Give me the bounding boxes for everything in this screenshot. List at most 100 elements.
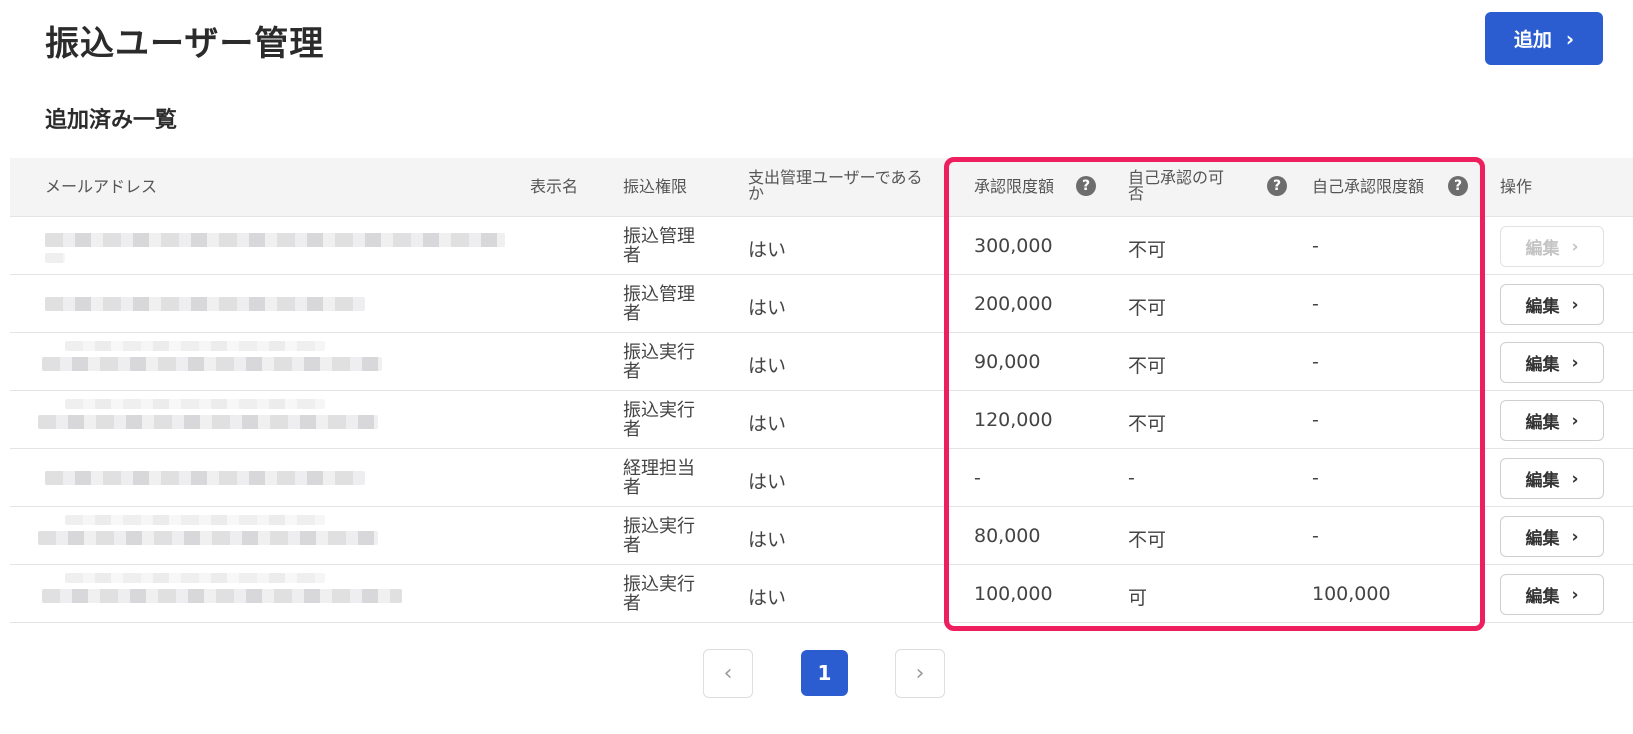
- chevron-right-icon: ›: [1571, 584, 1579, 605]
- help-icon[interactable]: ?: [1267, 176, 1287, 196]
- self-approval-cell: 不可: [1128, 355, 1167, 377]
- role-line2: 者: [623, 477, 641, 498]
- approval-limit-cell: 300,000: [974, 235, 1053, 257]
- add-button[interactable]: 追加 ›: [1485, 12, 1603, 65]
- role-line1: 振込管理: [623, 226, 695, 247]
- role-line2: 者: [623, 593, 641, 614]
- page-title: 振込ユーザー管理: [45, 24, 325, 64]
- header-expense-user-line1: 支出管理ユーザーである: [748, 168, 923, 187]
- edit-button[interactable]: 編集 ›: [1500, 342, 1604, 383]
- header-expense-user: 支出管理ユーザーである か: [748, 170, 923, 202]
- role-line2: 者: [623, 245, 641, 266]
- role-line1: 振込実行: [623, 516, 695, 537]
- approval-limit-cell: -: [974, 467, 981, 489]
- role-line1: 振込管理: [623, 284, 695, 305]
- self-approval-cell: 不可: [1128, 297, 1167, 319]
- user-table: メールアドレス 表示名 振込権限 支出管理ユーザーである か 承認限度額 ? 自…: [10, 158, 1633, 623]
- email-redacted: [45, 297, 365, 311]
- header-email: メールアドレス: [45, 177, 158, 196]
- email-redacted: [38, 415, 378, 429]
- table-row: 振込管理 者 はい 300,000 不可 - 編集 ›: [10, 217, 1633, 275]
- table-row: 振込実行 者 はい 90,000 不可 - 編集 ›: [10, 333, 1633, 391]
- header-self-approval-limit: 自己承認限度額: [1312, 177, 1425, 196]
- help-icon[interactable]: ?: [1076, 176, 1096, 196]
- pagination-next-button[interactable]: ›: [895, 649, 945, 698]
- edit-button-label: 編集: [1525, 239, 1560, 259]
- role-line1: 振込実行: [623, 574, 695, 595]
- self-approval-cell: 不可: [1128, 413, 1167, 435]
- chevron-right-icon: ›: [915, 661, 925, 686]
- table-row: 振込実行 者 はい 80,000 不可 - 編集 ›: [10, 507, 1633, 565]
- expense-user-cell: はい: [748, 239, 787, 261]
- approval-limit-cell: 120,000: [974, 409, 1053, 431]
- pagination-prev-button[interactable]: ‹: [703, 649, 753, 698]
- email-redacted: [65, 515, 325, 525]
- role-line1: 振込実行: [623, 342, 695, 363]
- edit-button[interactable]: 編集 ›: [1500, 516, 1604, 557]
- edit-button[interactable]: 編集 ›: [1500, 226, 1604, 267]
- edit-button[interactable]: 編集 ›: [1500, 574, 1604, 615]
- table-row: 経理担当 者 はい - - - 編集 ›: [10, 449, 1633, 507]
- role-line1: 経理担当: [623, 458, 695, 479]
- help-icon[interactable]: ?: [1448, 176, 1468, 196]
- role-cell: 振込実行 者: [623, 401, 713, 439]
- header-actions: 操作: [1500, 177, 1533, 196]
- self-approval-limit-cell: -: [1312, 293, 1319, 315]
- role-line2: 者: [623, 535, 641, 556]
- email-redacted: [65, 399, 325, 409]
- chevron-right-icon: ›: [1571, 236, 1579, 257]
- chevron-right-icon: ›: [1571, 352, 1579, 373]
- edit-button-label: 編集: [1525, 297, 1560, 317]
- edit-button-label: 編集: [1525, 587, 1560, 607]
- self-approval-limit-cell: -: [1312, 235, 1319, 257]
- email-redacted: [45, 233, 505, 247]
- role-cell: 振込実行 者: [623, 343, 713, 381]
- self-approval-limit-cell: -: [1312, 525, 1319, 547]
- approval-limit-cell: 100,000: [974, 583, 1053, 605]
- add-button-label: 追加: [1513, 29, 1552, 51]
- role-cell: 振込実行 者: [623, 517, 713, 555]
- edit-button[interactable]: 編集 ›: [1500, 284, 1604, 325]
- self-approval-cell: 可: [1128, 587, 1148, 609]
- approval-limit-cell: 200,000: [974, 293, 1053, 315]
- table-row: 振込管理 者 はい 200,000 不可 - 編集 ›: [10, 275, 1633, 333]
- header-approval-limit: 承認限度額: [974, 177, 1055, 196]
- role-line2: 者: [623, 361, 641, 382]
- header-permission: 振込権限: [623, 177, 688, 196]
- email-redacted: [42, 589, 402, 603]
- email-redacted: [65, 573, 325, 583]
- expense-user-cell: はい: [748, 529, 787, 551]
- chevron-right-icon: ›: [1571, 468, 1579, 489]
- role-line2: 者: [623, 419, 641, 440]
- header-self-approval-line2: 否: [1128, 184, 1145, 203]
- table-row: 振込実行 者 はい 120,000 不可 - 編集 ›: [10, 391, 1633, 449]
- role-cell: 振込管理 者: [623, 285, 713, 323]
- table-header: メールアドレス 表示名 振込権限 支出管理ユーザーである か 承認限度額 ? 自…: [10, 158, 1633, 217]
- header-display-name: 表示名: [530, 177, 579, 196]
- chevron-right-icon: ›: [1565, 26, 1575, 51]
- chevron-right-icon: ›: [1571, 294, 1579, 315]
- email-redacted: [42, 357, 382, 371]
- section-title: 追加済み一覧: [45, 108, 178, 133]
- chevron-left-icon: ‹: [723, 661, 733, 686]
- approval-limit-cell: 80,000: [974, 525, 1041, 547]
- edit-button[interactable]: 編集 ›: [1500, 458, 1604, 499]
- table-row: 振込実行 者 はい 100,000 可 100,000 編集 ›: [10, 565, 1633, 623]
- self-approval-limit-cell: -: [1312, 409, 1319, 431]
- self-approval-limit-cell: -: [1312, 351, 1319, 373]
- role-cell: 振込実行 者: [623, 575, 713, 613]
- approval-limit-cell: 90,000: [974, 351, 1041, 373]
- header-expense-user-line2: か: [748, 184, 765, 203]
- self-approval-cell: -: [1128, 467, 1135, 489]
- edit-button-label: 編集: [1525, 355, 1560, 375]
- email-redacted: [45, 471, 365, 485]
- role-cell: 経理担当 者: [623, 459, 713, 497]
- header-self-approval: 自己承認の可 否: [1128, 170, 1224, 202]
- email-redacted: [38, 531, 378, 545]
- pagination-current-page[interactable]: 1: [801, 650, 848, 696]
- role-cell: 振込管理 者: [623, 227, 713, 265]
- edit-button[interactable]: 編集 ›: [1500, 400, 1604, 441]
- self-approval-limit-cell: 100,000: [1312, 583, 1391, 605]
- edit-button-label: 編集: [1525, 471, 1560, 491]
- edit-button-label: 編集: [1525, 413, 1560, 433]
